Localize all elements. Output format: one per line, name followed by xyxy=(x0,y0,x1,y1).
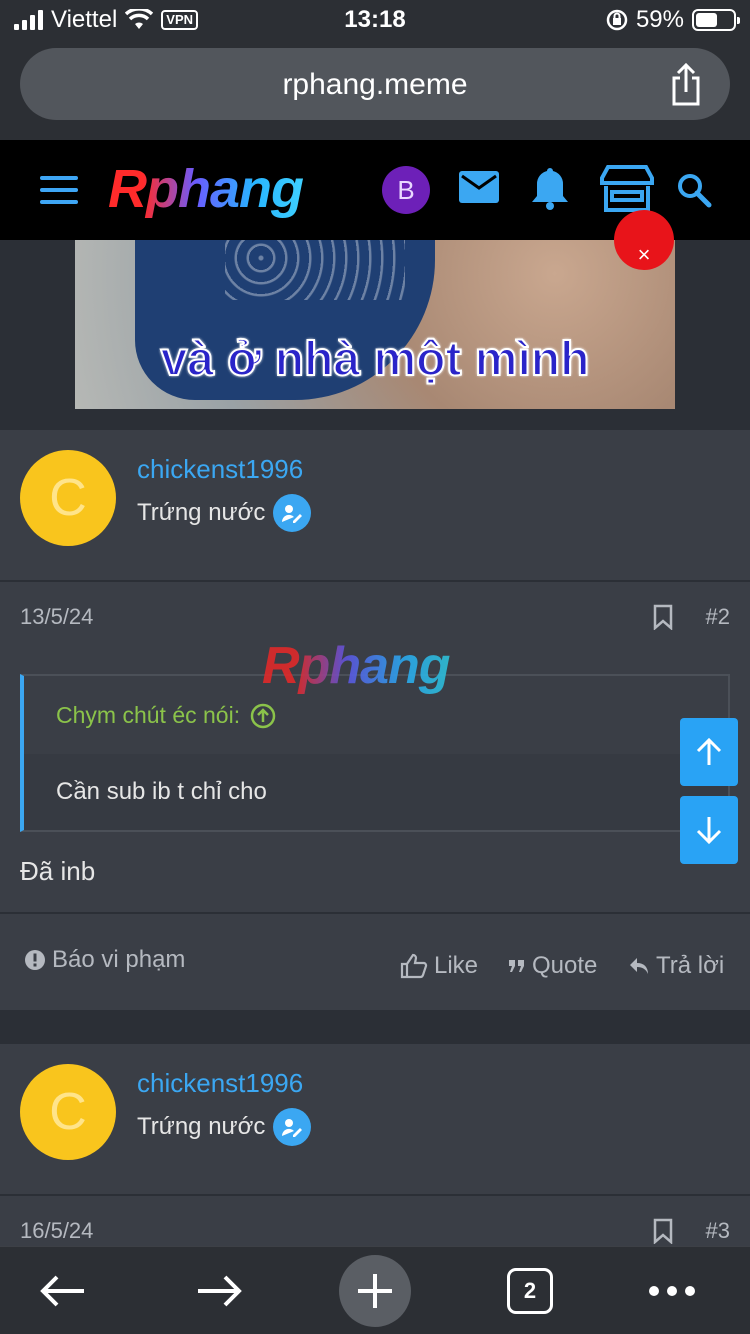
orientation-lock-icon xyxy=(606,9,628,31)
reply-icon xyxy=(630,958,648,974)
post-actions: Báo vi phạm Like Quote Trả lời xyxy=(0,912,750,1010)
like-label: Like xyxy=(434,952,479,979)
author-avatar[interactable]: C xyxy=(20,1064,116,1160)
site-logo[interactable]: Rphang xyxy=(108,158,304,220)
author-role-label: Trứng nước xyxy=(137,499,266,526)
user-edit-icon xyxy=(273,494,312,532)
browser-toolbar: 2 xyxy=(0,1246,750,1334)
more-dots-icon xyxy=(649,1286,695,1296)
quote-author[interactable]: Chym chút éc nói: xyxy=(56,702,276,729)
arrow-down-icon xyxy=(696,817,722,845)
author-name[interactable]: chickenst1996 xyxy=(137,1068,303,1099)
bookmark-icon[interactable] xyxy=(652,1218,674,1244)
url-text[interactable]: rphang.meme xyxy=(20,68,730,102)
author-role: Trứng nước xyxy=(137,1108,312,1146)
search-icon[interactable] xyxy=(676,172,712,208)
quote-text: Cần sub ib t chỉ cho xyxy=(56,778,267,805)
scroll-up-button[interactable] xyxy=(680,718,738,786)
ad-caption: và ở nhà một mình xyxy=(160,332,591,387)
arrow-up-circle-icon[interactable] xyxy=(250,703,276,729)
author-role-label: Trứng nước xyxy=(137,1113,266,1140)
new-tab-button[interactable] xyxy=(338,1247,412,1334)
share-icon[interactable] xyxy=(668,62,704,106)
mail-icon[interactable] xyxy=(458,170,500,204)
quote-button[interactable]: Quote xyxy=(508,952,597,980)
battery-icon xyxy=(692,9,740,31)
author-name[interactable]: chickenst1996 xyxy=(137,454,303,485)
quote-author-label: Chym chút éc nói: xyxy=(56,702,241,728)
reply-label: Trả lời xyxy=(656,952,725,979)
quote-block: Chym chút éc nói: Cần sub ib t chỉ cho xyxy=(20,674,730,832)
store-icon[interactable] xyxy=(598,164,656,214)
battery-percent: 59% xyxy=(635,6,684,33)
post-author-block: C chickenst1996 Trứng nước xyxy=(0,430,750,580)
alert-icon xyxy=(25,950,45,970)
thumbs-up-icon xyxy=(400,953,428,979)
address-bar[interactable]: rphang.meme xyxy=(20,48,730,120)
author-avatar[interactable]: C xyxy=(20,450,116,546)
post-number[interactable]: #2 xyxy=(706,604,730,630)
back-button[interactable] xyxy=(20,1247,106,1334)
bookmark-icon[interactable] xyxy=(652,604,674,630)
arrow-up-icon xyxy=(696,737,722,765)
report-label: Báo vi phạm xyxy=(52,946,186,973)
plus-icon xyxy=(339,1255,411,1327)
post-author-block: C chickenst1996 Trứng nước xyxy=(0,1044,750,1194)
post-number[interactable]: #3 xyxy=(706,1218,730,1244)
report-button[interactable]: Báo vi phạm xyxy=(24,946,185,974)
close-icon: × xyxy=(637,242,651,267)
like-button[interactable]: Like xyxy=(400,952,478,980)
more-menu-button[interactable] xyxy=(640,1247,704,1334)
arrow-right-icon xyxy=(198,1275,242,1307)
post-date[interactable]: 13/5/24 xyxy=(20,604,93,630)
status-bar: Viettel VPN 13:18 59% xyxy=(0,0,750,40)
advertisement-banner[interactable]: và ở nhà một mình xyxy=(75,240,675,409)
ad-image-pattern xyxy=(225,240,405,300)
bell-icon[interactable] xyxy=(530,166,570,210)
quote-label: Quote xyxy=(532,952,598,979)
post-date[interactable]: 16/5/24 xyxy=(20,1218,93,1244)
tabs-button[interactable]: 2 xyxy=(500,1247,560,1334)
post-message: Đã inb xyxy=(20,856,96,886)
author-role: Trứng nước xyxy=(137,494,312,532)
menu-icon[interactable] xyxy=(40,176,78,204)
arrow-left-icon xyxy=(40,1275,84,1307)
scroll-down-button[interactable] xyxy=(680,796,738,864)
browser-address-area: rphang.meme xyxy=(0,40,750,140)
forward-button[interactable] xyxy=(176,1247,262,1334)
tabs-count: 2 xyxy=(507,1268,553,1314)
user-edit-icon xyxy=(273,1108,312,1146)
ad-close-button[interactable]: × xyxy=(614,210,674,270)
quote-icon xyxy=(509,960,524,972)
user-avatar[interactable]: B xyxy=(382,166,430,214)
watermark-logo: Rphang xyxy=(262,637,451,695)
reply-button[interactable]: Trả lời xyxy=(628,952,724,980)
